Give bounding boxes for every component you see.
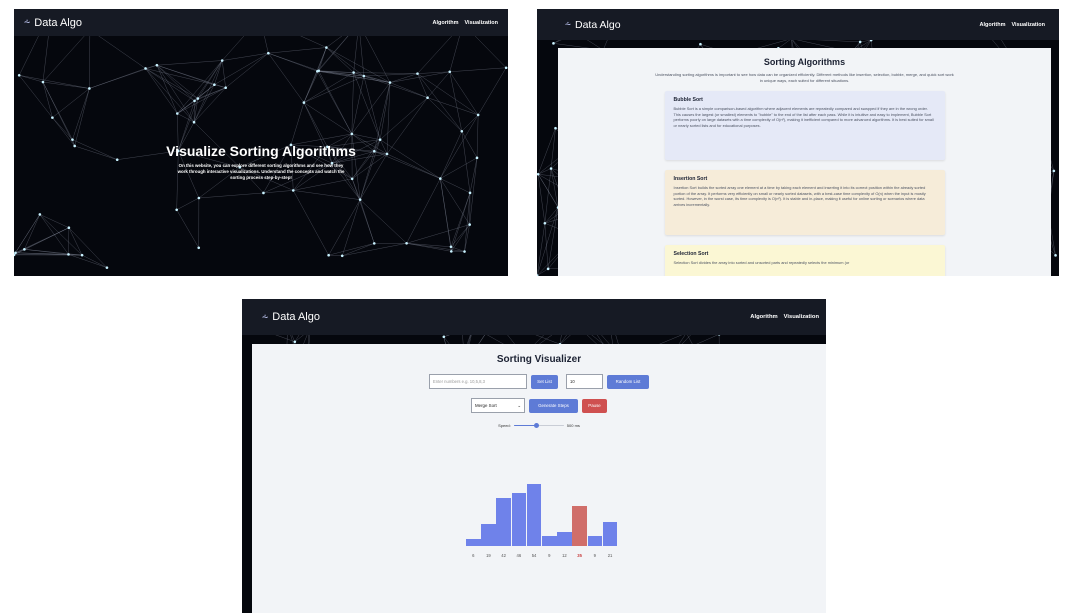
graph-logo-icon: ⸞ [565,18,571,31]
speed-label: Speed: [498,422,511,428]
bar-value-label: 6 [472,553,475,558]
nav-visualization-link[interactable]: Visualization [784,314,819,320]
array-bar [496,497,511,546]
slider-thumb[interactable] [533,422,539,428]
visualizer-page: Sorting Visualizer Enter numbers e.g. 10… [252,344,826,613]
graph-logo-icon: ⸞ [262,310,269,324]
array-bar [572,505,587,546]
nav-links: Algorithm Visualization [979,22,1045,28]
algorithm-select[interactable]: Merge Sort ⌄ [471,398,525,413]
array-bar [587,535,603,546]
bar-value-label: 9 [593,553,597,558]
brand-name: Data Algo [575,18,621,31]
card-title: Selection Sort [673,251,709,257]
bar-value-label: 19 [486,553,491,558]
page-title: Sorting Algorithms [763,57,846,67]
page-title: Sorting Visualizer [496,354,582,365]
brand[interactable]: ⸞ Data Algo [24,15,82,30]
network-node [543,221,547,225]
network-node [549,167,553,170]
nav-algorithm-link[interactable]: Algorithm [432,20,458,26]
network-node [552,42,555,45]
home-screenshot: ⸞ Data Algo Algorithm Visualization Visu… [14,9,508,276]
network-node [1052,169,1056,173]
bar-value-label: 54 [531,553,537,558]
speed-value: 500 ms [566,422,580,428]
brand[interactable]: ⸞ Data Algo [262,310,320,325]
numbers-input[interactable]: Enter numbers e.g. 10,5,8,3 [429,374,527,389]
set-list-button[interactable]: Set List [531,374,558,389]
count-input[interactable]: 10 [566,374,603,389]
navbar: ⸞ Data Algo Algorithm Visualization [537,9,1059,40]
array-bar [557,532,572,546]
algorithm-selected: Merge Sort [475,403,497,408]
random-list-button[interactable]: Random List [607,374,649,389]
nav-visualization-link[interactable]: Visualization [464,20,498,26]
bar-value-label: 21 [607,553,613,558]
network-node [293,340,297,344]
array-bar [602,521,618,546]
network-node [699,42,702,46]
hero-subtitle: On this website, you can explore differe… [177,163,345,180]
nav-algorithm-link[interactable]: Algorithm [979,22,1005,28]
hero-title: Visualize Sorting Algorithms [166,143,356,159]
card-text: Insertion Sort builds the sorted array o… [673,185,926,207]
nav-algorithm-link[interactable]: Algorithm [750,314,777,320]
array-bar [526,484,542,546]
array-bar [542,535,557,546]
card-title: Insertion Sort [673,176,708,182]
bar-value-label: 12 [562,553,567,558]
algorithms-page: Sorting Algorithms Understanding sorting… [558,48,1051,276]
bar-value-label: 9 [548,553,551,558]
visualizer-screenshot: ⸞ Data Algo Algorithm Visualization Sort… [242,299,826,613]
array-bar [466,539,481,546]
speed-control: Speed: 500 ms [252,422,826,428]
speed-row: Speed: 500 ms [498,422,580,428]
navbar: ⸞ Data Algo Algorithm Visualization [14,9,508,36]
bubble-sort-card: Bubble Sort Bubble Sort is a simple comp… [664,91,945,160]
brand-name: Data Algo [272,311,320,323]
nav-links: Algorithm Visualization [750,314,819,320]
array-bar [481,524,496,546]
nav-links: Algorithm Visualization [432,20,498,26]
network-node [1054,254,1057,257]
pause-button[interactable]: Pause [582,398,607,413]
card-title: Bubble Sort [673,97,703,103]
navbar: ⸞ Data Algo Algorithm Visualization [242,299,826,335]
network-node [546,267,550,271]
network-node [858,40,862,44]
card-text: Selection Sort divides the array into so… [673,260,850,265]
hero: Visualize Sorting Algorithms On this web… [14,36,508,276]
graph-logo-icon: ⸞ [24,16,31,29]
generate-steps-button[interactable]: Generate Steps [529,398,578,413]
slider-fill [513,424,537,426]
run-controls: Merge Sort ⌄ Generate Steps Pause [252,398,826,413]
bar-value-label: 46 [516,553,522,558]
selection-sort-card: Selection Sort Selection Sort divides th… [664,245,945,276]
brand[interactable]: ⸞ Data Algo [565,18,621,32]
algorithms-screenshot: ⸞ Data Algo Algorithm Visualization Sort… [537,9,1059,276]
speed-slider[interactable] [513,422,564,428]
network-node [554,126,557,130]
list-controls: Enter numbers e.g. 10,5,8,3 Set List 10 … [252,374,826,389]
chevron-down-icon: ⌄ [517,402,521,408]
nav-visualization-link[interactable]: Visualization [1011,22,1045,28]
insertion-sort-card: Insertion Sort Insertion Sort builds the… [664,170,945,235]
page-intro: Understanding sorting algorithms is impo… [655,72,954,83]
array-bar [511,493,527,546]
bar-chart: 6 19 42 46 54 9 12 35 9 21 [466,446,618,566]
brand-name: Data Algo [34,16,82,29]
bar-value-label: 35 [577,553,582,558]
bar-value-label: 42 [501,553,506,558]
network-node [442,335,446,339]
card-text: Bubble Sort is a simple comparison-based… [673,106,934,128]
